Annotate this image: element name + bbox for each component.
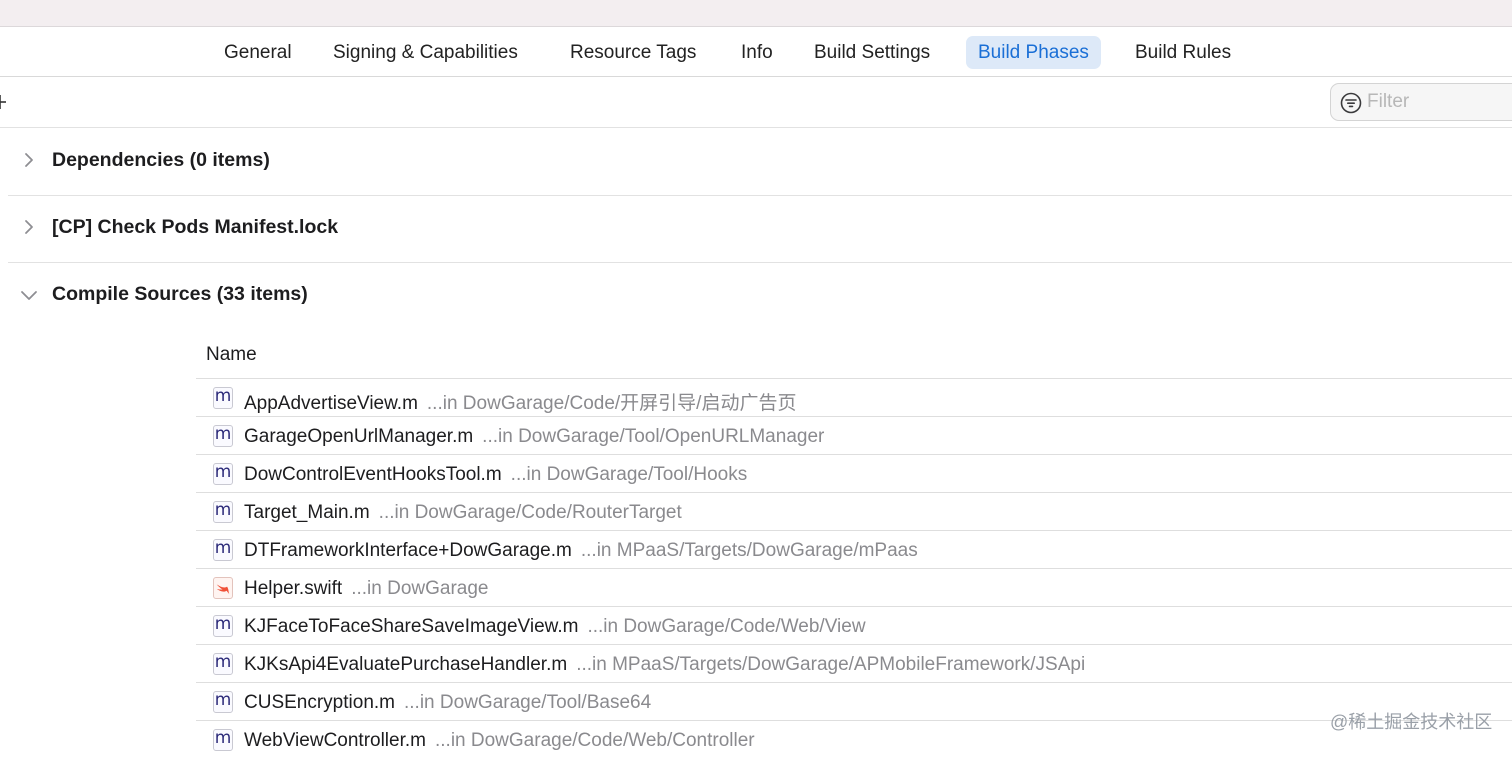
add-phase-icon[interactable] bbox=[0, 90, 8, 114]
table-row[interactable]: m KJKsApi4EvaluatePurchaseHandler.m ...in… bbox=[196, 644, 1512, 682]
chevron-right-icon[interactable] bbox=[22, 219, 36, 235]
file-name: GarageOpenUrlManager.m bbox=[244, 426, 474, 447]
file-path: ...in DowGarage/Code/Web/View bbox=[587, 616, 866, 637]
objc-file-icon: m bbox=[213, 653, 233, 675]
file-path: ...in DowGarage/Code/Web/Controller bbox=[434, 730, 755, 751]
file-path: ...in DowGarage/Tool/Base64 bbox=[404, 692, 652, 713]
file-path: ...in DowGarage/Code/开屏引导/启动广告页 bbox=[426, 393, 797, 414]
objc-file-icon: m bbox=[213, 691, 233, 713]
swift-file-icon bbox=[213, 577, 233, 599]
objc-file-icon: m bbox=[213, 387, 233, 409]
tab-info[interactable]: Info bbox=[729, 36, 785, 69]
tab-general[interactable]: General bbox=[212, 36, 304, 69]
table-row[interactable]: m CUSEncryption.m ...in DowGarage/Tool/Ba… bbox=[196, 682, 1512, 720]
phase-compile-sources[interactable]: Compile Sources (33 items) bbox=[8, 262, 1512, 330]
file-name: KJFaceToFaceShareSaveImageView.m bbox=[244, 616, 579, 637]
phase-check-pods-manifest[interactable]: [CP] Check Pods Manifest.lock bbox=[8, 195, 1512, 263]
file-name: KJKsApi4EvaluatePurchaseHandler.m bbox=[244, 654, 568, 675]
file-name: AppAdvertiseView.m bbox=[244, 393, 418, 414]
file-path: ...in MPaaS/Targets/DowGarage/mPaas bbox=[580, 540, 918, 561]
file-path: ...in MPaaS/Targets/DowGarage/APMobileFr… bbox=[576, 654, 1086, 675]
tab-resource-tags[interactable]: Resource Tags bbox=[558, 36, 708, 69]
phases-toolbar bbox=[0, 78, 1512, 128]
chevron-right-icon[interactable] bbox=[22, 152, 36, 168]
table-row[interactable]: Helper.swift ...in DowGarage bbox=[196, 568, 1512, 606]
tab-build-settings[interactable]: Build Settings bbox=[802, 36, 942, 69]
swift-bird-icon bbox=[216, 584, 230, 595]
table-row[interactable]: m WebViewController.m ...in DowGarage/Cod… bbox=[196, 720, 1512, 758]
objc-file-icon: m bbox=[213, 501, 233, 523]
objc-file-icon: m bbox=[213, 729, 233, 751]
objc-file-icon: m bbox=[213, 463, 233, 485]
filter-input[interactable] bbox=[1367, 88, 1512, 116]
objc-file-icon: m bbox=[213, 539, 233, 561]
table-row[interactable]: m KJFaceToFaceShareSaveImageView.m ...in … bbox=[196, 606, 1512, 644]
file-path: ...in DowGarage/Tool/Hooks bbox=[510, 464, 748, 485]
tab-signing-capabilities[interactable]: Signing & Capabilities bbox=[321, 36, 530, 69]
table-row[interactable]: m DowControlEventHooksTool.m ...in DowGar… bbox=[196, 454, 1512, 492]
file-path: ...in DowGarage/Tool/OpenURLManager bbox=[482, 426, 825, 447]
objc-file-icon: m bbox=[213, 425, 233, 447]
file-name: Helper.swift bbox=[244, 578, 343, 599]
compile-sources-table: m AppAdvertiseView.m ...in DowGarage/Code… bbox=[196, 378, 1512, 758]
window-top-strip bbox=[0, 0, 1512, 27]
filter-icon bbox=[1340, 92, 1362, 114]
table-row[interactable]: m AppAdvertiseView.m ...in DowGarage/Code… bbox=[196, 378, 1512, 416]
file-path: ...in DowGarage/Code/RouterTarget bbox=[378, 502, 682, 523]
file-name: WebViewController.m bbox=[244, 730, 426, 751]
chevron-down-icon[interactable] bbox=[20, 289, 38, 301]
phase-title: [CP] Check Pods Manifest.lock bbox=[52, 216, 339, 238]
tab-build-rules[interactable]: Build Rules bbox=[1123, 36, 1243, 69]
file-name: CUSEncryption.m bbox=[244, 692, 395, 713]
tab-build-phases[interactable]: Build Phases bbox=[966, 36, 1101, 69]
table-row[interactable]: m GarageOpenUrlManager.m ...in DowGarage/… bbox=[196, 416, 1512, 454]
table-row[interactable]: m DTFrameworkInterface+DowGarage.m ...in … bbox=[196, 530, 1512, 568]
objc-file-icon: m bbox=[213, 615, 233, 637]
file-name: DTFrameworkInterface+DowGarage.m bbox=[244, 540, 572, 561]
file-name: DowControlEventHooksTool.m bbox=[244, 464, 502, 485]
phase-dependencies[interactable]: Dependencies (0 items) bbox=[8, 128, 1512, 196]
filter-field[interactable] bbox=[1330, 83, 1512, 121]
editor-tab-bar: General Signing & Capabilities Resource … bbox=[0, 27, 1512, 77]
watermark: @稀土掘金技术社区 bbox=[1330, 712, 1493, 732]
phase-title: Dependencies (0 items) bbox=[52, 149, 270, 171]
table-row[interactable]: m Target_Main.m ...in DowGarage/Code/Rout… bbox=[196, 492, 1512, 530]
file-name: Target_Main.m bbox=[244, 502, 370, 523]
phase-title: Compile Sources (33 items) bbox=[52, 283, 308, 305]
name-column-header[interactable]: Name bbox=[206, 344, 257, 366]
file-path: ...in DowGarage bbox=[351, 578, 489, 599]
